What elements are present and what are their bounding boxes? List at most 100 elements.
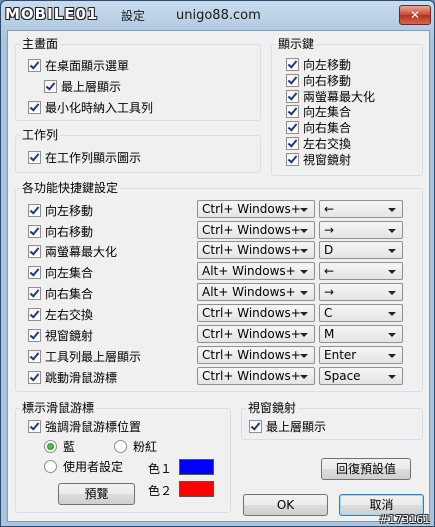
checkbox-checked-icon — [286, 152, 299, 166]
chevron-down-icon — [388, 354, 396, 358]
color2-swatch[interactable] — [179, 481, 214, 497]
checkbox-checked-icon — [28, 224, 41, 238]
chevron-down-icon — [388, 312, 396, 316]
chevron-down-icon — [300, 208, 308, 212]
display-key-item[interactable]: 視窗鏡射 — [286, 151, 351, 167]
checkbox-checked-icon — [249, 419, 262, 433]
radio-pink[interactable]: 粉紅 — [114, 438, 157, 454]
close-icon: ✕ — [409, 8, 421, 22]
chevron-down-icon — [300, 270, 308, 274]
hotkey-key-select[interactable]: ← — [319, 262, 403, 280]
settings-window: MOBILE01 設定 unigo88.com ✕ 主畫面 在桌面顯示選單 最上… — [0, 0, 435, 527]
hotkey-row-label[interactable]: 向右移動 — [28, 223, 93, 239]
hotkey-row-label[interactable]: 左右交換 — [28, 306, 93, 322]
color1-label: 色１ — [148, 462, 173, 476]
hotkey-key-select[interactable]: Space — [319, 367, 403, 385]
checkbox-checked-icon — [28, 419, 41, 433]
hotkey-row-label[interactable]: 兩螢幕最大化 — [28, 243, 117, 259]
hotkey-row-label[interactable]: 視窗鏡射 — [28, 327, 93, 343]
checkbox-checked-icon — [44, 79, 57, 93]
hotkey-key-select[interactable]: Enter — [319, 346, 403, 364]
show-taskbar-icon-checkbox[interactable]: 在工作列顯示圖示 — [28, 149, 141, 165]
hotkey-modifier-select[interactable]: Ctrl+ Windows+ — [197, 241, 315, 259]
checkbox-checked-icon — [286, 89, 299, 103]
hotkey-key-select[interactable]: C — [319, 304, 403, 322]
display-key-item[interactable]: 向右移動 — [286, 72, 351, 88]
hotkeys-group-title: 各功能快捷鍵設定 — [20, 181, 121, 195]
hotkey-modifier-select[interactable]: Ctrl+ Windows+ — [197, 200, 315, 218]
checkbox-checked-icon — [28, 203, 41, 217]
display-keys-group-title: 顯示鍵 — [276, 37, 317, 51]
hotkey-modifier-select[interactable]: Ctrl+ Windows+ — [197, 221, 315, 239]
chevron-down-icon — [388, 270, 396, 274]
reset-defaults-button[interactable]: 回復預設值 — [321, 458, 411, 480]
mirror-topmost-checkbox[interactable]: 最上層顯示 — [249, 418, 326, 434]
chevron-down-icon — [300, 249, 308, 253]
radio-custom[interactable]: 使用者設定 — [44, 458, 123, 474]
chevron-down-icon — [388, 291, 396, 295]
hotkey-row-label[interactable]: 跳動滑鼠游標 — [28, 369, 117, 385]
chevron-down-icon — [300, 229, 308, 233]
checkbox-checked-icon — [28, 265, 41, 279]
hotkey-modifier-select[interactable]: Alt+ Windows+ — [197, 262, 315, 280]
checkbox-checked-icon — [28, 370, 41, 384]
checkbox-checked-icon — [28, 150, 41, 164]
topmost-checkbox[interactable]: 最上層顯示 — [44, 78, 121, 94]
checkbox-checked-icon — [286, 73, 299, 87]
mobile01-logo: MOBILE01 — [5, 5, 99, 23]
emphasize-cursor-checkbox[interactable]: 強調滑鼠游標位置 — [28, 418, 141, 434]
checkbox-checked-icon — [286, 120, 299, 134]
hotkey-row-label[interactable]: 工具列最上層顯示 — [28, 348, 141, 364]
chevron-down-icon — [300, 291, 308, 295]
watermark: #173161 — [379, 513, 431, 526]
color2-label: 色２ — [148, 484, 173, 498]
display-key-item[interactable]: 向右集合 — [286, 119, 351, 135]
hotkey-modifier-select[interactable]: Ctrl+ Windows+ — [197, 346, 315, 364]
chevron-down-icon — [300, 354, 308, 358]
chevron-down-icon — [388, 375, 396, 379]
chevron-down-icon — [388, 333, 396, 337]
main-window-group-title: 主畫面 — [20, 37, 61, 51]
radio-unselected-icon — [114, 439, 127, 453]
checkbox-checked-icon — [28, 307, 41, 321]
hotkey-key-select[interactable]: → — [319, 221, 403, 239]
checkbox-checked-icon — [28, 58, 41, 72]
chevron-down-icon — [388, 229, 396, 233]
checkbox-checked-icon — [28, 328, 41, 342]
mirror-group-title: 視窗鏡射 — [246, 401, 299, 415]
preview-button[interactable]: 預覽 — [58, 483, 135, 505]
hotkey-row-label[interactable]: 向左移動 — [28, 202, 93, 218]
title-bar: MOBILE01 設定 unigo88.com ✕ — [1, 1, 434, 29]
cursor-highlight-group-title: 標示滑鼠游標 — [20, 401, 97, 415]
dialog-client-area: 主畫面 在桌面顯示選單 最上層顯示 最小化時納入工具列 工作列 在工作列顯示圖示… — [7, 30, 430, 522]
radio-selected-icon — [44, 439, 57, 453]
hotkey-modifier-select[interactable]: Ctrl+ Windows+ — [197, 304, 315, 322]
hotkey-row-label[interactable]: 向左集合 — [28, 264, 93, 280]
display-key-item[interactable]: 向左集合 — [286, 103, 351, 119]
checkbox-checked-icon — [28, 349, 41, 363]
ok-button[interactable]: OK — [243, 494, 328, 516]
radio-blue[interactable]: 藍 — [44, 438, 75, 454]
minimize-to-tray-checkbox[interactable]: 最小化時納入工具列 — [28, 99, 153, 115]
hotkey-key-select[interactable]: D — [319, 241, 403, 259]
show-desktop-menu-checkbox[interactable]: 在桌面顯示選單 — [28, 57, 129, 73]
checkbox-checked-icon — [28, 100, 41, 114]
hotkey-modifier-select[interactable]: Alt+ Windows+ — [197, 283, 315, 301]
hotkey-modifier-select[interactable]: Ctrl+ Windows+ — [197, 325, 315, 343]
chevron-down-icon — [300, 375, 308, 379]
checkbox-checked-icon — [28, 244, 41, 258]
window-title-suffix: 設定 — [121, 9, 146, 23]
hotkey-key-select[interactable]: → — [319, 283, 403, 301]
hotkey-row-label[interactable]: 向右集合 — [28, 285, 93, 301]
hotkey-key-select[interactable]: M — [319, 325, 403, 343]
chevron-down-icon — [300, 333, 308, 337]
color1-swatch[interactable] — [179, 459, 214, 475]
window-title: unigo88.com — [176, 8, 261, 23]
hotkey-modifier-select[interactable]: Ctrl+ Windows+ — [197, 367, 315, 385]
display-key-item[interactable]: 左右交換 — [286, 135, 351, 151]
taskbar-group-title: 工作列 — [20, 128, 61, 142]
checkbox-checked-icon — [28, 286, 41, 300]
hotkey-key-select[interactable]: ← — [319, 200, 403, 218]
close-button[interactable]: ✕ — [399, 5, 431, 25]
display-key-item[interactable]: 向左移動 — [286, 56, 351, 72]
